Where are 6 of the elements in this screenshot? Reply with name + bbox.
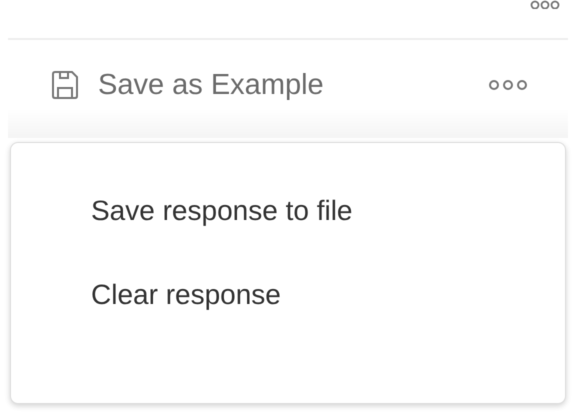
more-icon[interactable] xyxy=(488,79,528,91)
menu-item[interactable]: Save response to file xyxy=(11,195,565,227)
save-icon xyxy=(50,70,80,100)
more-icon[interactable] xyxy=(530,0,560,9)
menu-item[interactable]: Clear response xyxy=(11,279,565,311)
save-as-example-button[interactable]: Save as Example xyxy=(50,68,324,102)
